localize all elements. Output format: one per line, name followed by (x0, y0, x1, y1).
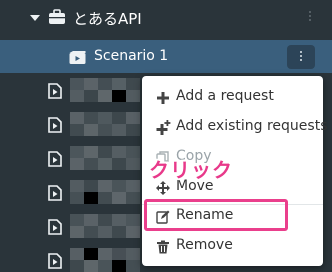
briefcase-icon (48, 9, 66, 25)
menu-item-add-existing-requests[interactable]: Add existing requests (142, 112, 328, 142)
request-name-obscured (70, 214, 140, 238)
trash-icon (156, 239, 170, 254)
caret-down-icon[interactable] (30, 15, 40, 21)
tree-item-api[interactable]: とあるAPI (0, 3, 332, 33)
api-more-icon[interactable] (306, 11, 314, 25)
document-play-icon (48, 219, 62, 235)
plus-icon (156, 90, 170, 104)
request-name-obscured (70, 146, 140, 170)
scenario-name-label: Scenario 1 (94, 48, 169, 64)
rename-highlight-box (144, 199, 288, 231)
request-name-obscured (70, 180, 140, 204)
document-play-icon (48, 185, 62, 201)
menu-item-add-request[interactable]: Add a request (142, 82, 323, 112)
kebab-icon (300, 51, 302, 63)
menu-item-label: Remove (176, 237, 233, 253)
film-icon (69, 50, 86, 64)
document-play-icon (48, 117, 62, 133)
menu-item-label: Add a request (176, 88, 274, 104)
menu-item-label: Add existing requests (176, 118, 328, 134)
menu-item-remove[interactable]: Remove (142, 231, 323, 261)
request-name-obscured (70, 248, 140, 272)
click-annotation: クリック (149, 158, 233, 182)
document-play-icon (48, 253, 62, 269)
document-play-icon (48, 151, 62, 167)
api-name-label: とあるAPI (73, 10, 142, 28)
request-name-obscured (70, 78, 140, 102)
tree-item-scenario[interactable]: Scenario 1 (0, 40, 332, 73)
scenario-menu-button[interactable] (287, 45, 315, 69)
plus-icon (156, 120, 171, 135)
document-play-icon (48, 83, 62, 99)
request-name-obscured (70, 112, 140, 136)
